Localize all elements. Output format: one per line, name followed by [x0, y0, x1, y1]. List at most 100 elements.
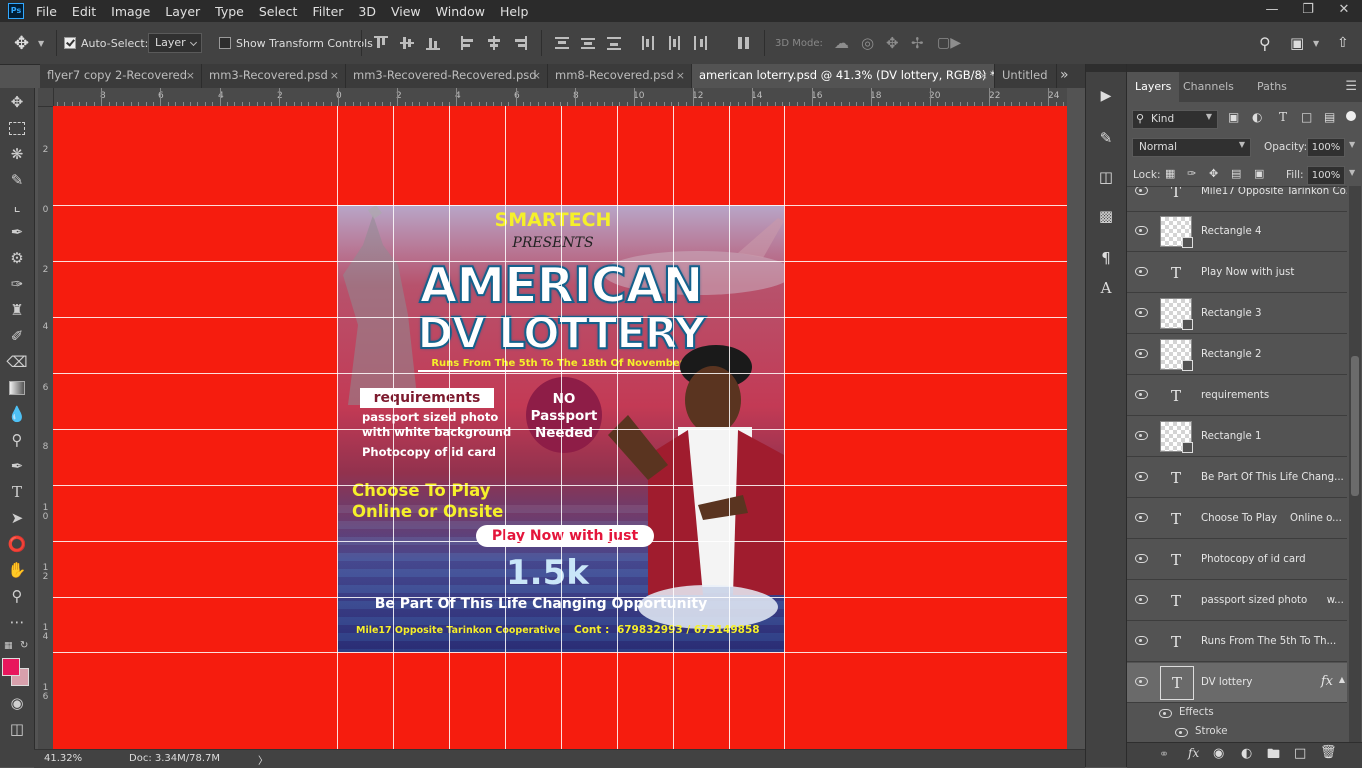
- menu-file[interactable]: File: [36, 4, 57, 19]
- tab-overflow-icon[interactable]: »: [1060, 64, 1069, 88]
- default-colors-icon[interactable]: ▦: [4, 641, 13, 651]
- layer-row-selected[interactable]: T DV lottery fx ▲: [1127, 663, 1347, 703]
- distribute-top-icon[interactable]: [555, 36, 569, 50]
- menu-edit[interactable]: Edit: [72, 4, 96, 19]
- document-tab-active[interactable]: american loterry.psd @ 41.3% (DV lottery…: [692, 64, 995, 88]
- brush-tool-icon[interactable]: ✑: [5, 273, 29, 295]
- marquee-tool-icon[interactable]: [5, 117, 29, 139]
- opacity-input[interactable]: 100%: [1307, 138, 1345, 157]
- lock-position-icon[interactable]: ✥: [1209, 167, 1218, 180]
- guide-horizontal[interactable]: [53, 541, 1067, 542]
- chevron-down-icon[interactable]: ▼: [38, 22, 44, 64]
- visibility-eye-icon[interactable]: [1135, 226, 1148, 235]
- align-hcenter-icon[interactable]: [487, 36, 501, 50]
- 3d-panel-icon[interactable]: ▩: [1096, 206, 1116, 226]
- move-tool-icon[interactable]: ✥: [5, 91, 29, 113]
- lock-transparency-icon[interactable]: ▦: [1165, 167, 1175, 180]
- guide-horizontal[interactable]: [53, 317, 1067, 318]
- visibility-eye-icon[interactable]: [1135, 636, 1148, 645]
- fx-icon[interactable]: fx: [1321, 674, 1333, 689]
- layer-row[interactable]: T Play Now with just: [1127, 253, 1347, 293]
- auto-align-icon[interactable]: [737, 36, 751, 50]
- blend-mode-dropdown[interactable]: Normal ▼: [1132, 138, 1251, 157]
- layer-row[interactable]: Tpassport sized photo w...: [1127, 581, 1347, 621]
- hand-tool-icon[interactable]: ✋: [5, 559, 29, 581]
- 3d-slide-icon[interactable]: ✢: [911, 22, 924, 64]
- tab-channels[interactable]: Channels: [1175, 72, 1242, 102]
- visibility-eye-icon[interactable]: [1135, 431, 1148, 440]
- more-tools-icon[interactable]: ⋯: [5, 611, 29, 633]
- auto-select-dropdown[interactable]: Layer: [148, 33, 202, 53]
- document-tab[interactable]: flyer7 copy 2-Recovered ×: [40, 64, 202, 88]
- layer-row[interactable]: T Runs From The 5th To Th...: [1127, 622, 1347, 662]
- lock-paint-icon[interactable]: ✑: [1187, 167, 1196, 180]
- distribute-left-icon[interactable]: [641, 36, 655, 50]
- layer-row[interactable]: Trequirements: [1127, 376, 1347, 416]
- 3d-pan-icon[interactable]: ✥: [886, 22, 899, 64]
- 3d-camera-icon[interactable]: ▢▶: [937, 22, 961, 64]
- document-canvas[interactable]: SMARTECH PRESENTS AMERICAN DV LOTTERY Ru…: [53, 106, 1067, 749]
- healing-brush-icon[interactable]: ⚙: [5, 247, 29, 269]
- distribute-right-icon[interactable]: [693, 36, 707, 50]
- visibility-eye-icon[interactable]: [1135, 677, 1148, 686]
- align-bottom-icon[interactable]: [426, 36, 440, 50]
- restore-icon[interactable]: ❐: [1290, 0, 1326, 22]
- menu-help[interactable]: Help: [500, 4, 529, 19]
- document-tab[interactable]: mm3-Recovered-Recovered.psd ×: [346, 64, 548, 88]
- layer-row[interactable]: T Choose To Play Online o...: [1127, 499, 1347, 539]
- play-actions-icon[interactable]: ▶: [1096, 86, 1116, 106]
- layer-row[interactable]: T Be Part Of This Life Chang...: [1127, 458, 1347, 498]
- filter-toggle-icon[interactable]: [1346, 111, 1356, 121]
- blur-tool-icon[interactable]: 💧: [5, 403, 29, 425]
- document-tab[interactable]: mm3-Recovered.psd ×: [202, 64, 346, 88]
- history-icon[interactable]: ◫: [1096, 167, 1116, 187]
- character-icon[interactable]: A: [1096, 278, 1116, 298]
- layer-row[interactable]: Rectangle 2: [1127, 335, 1347, 375]
- crop-tool-icon[interactable]: ⌞: [5, 195, 29, 217]
- screen-mode-icon[interactable]: ◫: [5, 718, 29, 740]
- quick-mask-icon[interactable]: ◉: [5, 692, 29, 714]
- filter-pixel-icon[interactable]: ▣: [1228, 110, 1239, 124]
- distribute-bottom-icon[interactable]: [607, 36, 621, 50]
- layer-row[interactable]: Rectangle 1: [1127, 417, 1347, 457]
- menu-filter[interactable]: Filter: [312, 4, 343, 19]
- show-transform-checkbox[interactable]: Show Transform Controls: [219, 22, 373, 64]
- chevron-down-icon[interactable]: ▼: [1349, 140, 1355, 149]
- move-tool-icon[interactable]: ✥: [14, 22, 29, 64]
- close-icon[interactable]: ×: [676, 64, 685, 87]
- close-icon[interactable]: ✕: [1326, 0, 1362, 22]
- lock-all-icon[interactable]: ▣: [1254, 167, 1264, 180]
- layer-row[interactable]: T Mile17 Opposite Tarinkon Co...: [1127, 187, 1347, 212]
- minimize-icon[interactable]: —: [1254, 0, 1290, 22]
- share-icon[interactable]: ⇧: [1337, 22, 1349, 64]
- dodge-tool-icon[interactable]: ⚲: [5, 429, 29, 451]
- 3d-orbit-icon[interactable]: ☁: [834, 22, 849, 64]
- layer-row[interactable]: Rectangle 3: [1127, 294, 1347, 334]
- visibility-eye-icon[interactable]: [1135, 349, 1148, 358]
- visibility-eye-icon[interactable]: [1135, 390, 1148, 399]
- distribute-hcenter-icon[interactable]: [667, 36, 681, 50]
- fill-input[interactable]: 100%: [1307, 166, 1345, 185]
- close-icon[interactable]: ×: [979, 64, 988, 87]
- chevron-down-icon[interactable]: ▼: [1349, 168, 1355, 177]
- zoom-tool-icon[interactable]: ⚲: [5, 585, 29, 607]
- menu-select[interactable]: Select: [259, 4, 298, 19]
- guide-horizontal[interactable]: [53, 597, 1067, 598]
- layer-filter-dropdown[interactable]: ⚲ Kind ▼: [1132, 110, 1218, 129]
- chevron-down-icon[interactable]: ▼: [1313, 22, 1319, 64]
- visibility-eye-icon[interactable]: [1135, 267, 1148, 276]
- close-icon[interactable]: ×: [186, 64, 195, 87]
- visibility-eye-icon[interactable]: [1135, 595, 1148, 604]
- checkbox-checked-icon[interactable]: [64, 37, 76, 49]
- stroke-effect-row[interactable]: Stroke: [1127, 723, 1347, 742]
- auto-select-checkbox[interactable]: Auto-Select:: [64, 22, 148, 64]
- menu-3d[interactable]: 3D: [358, 4, 376, 19]
- align-vcenter-icon[interactable]: [400, 36, 414, 50]
- lasso-tool-icon[interactable]: ❋: [5, 143, 29, 165]
- adjustment-layer-icon[interactable]: ◐: [1241, 746, 1252, 761]
- brush-settings-icon[interactable]: ✎: [1096, 128, 1116, 148]
- link-layers-icon[interactable]: ⚭: [1159, 747, 1169, 761]
- align-left-icon[interactable]: [461, 36, 475, 50]
- menu-window[interactable]: Window: [436, 4, 485, 19]
- effects-row[interactable]: Effects: [1127, 704, 1347, 723]
